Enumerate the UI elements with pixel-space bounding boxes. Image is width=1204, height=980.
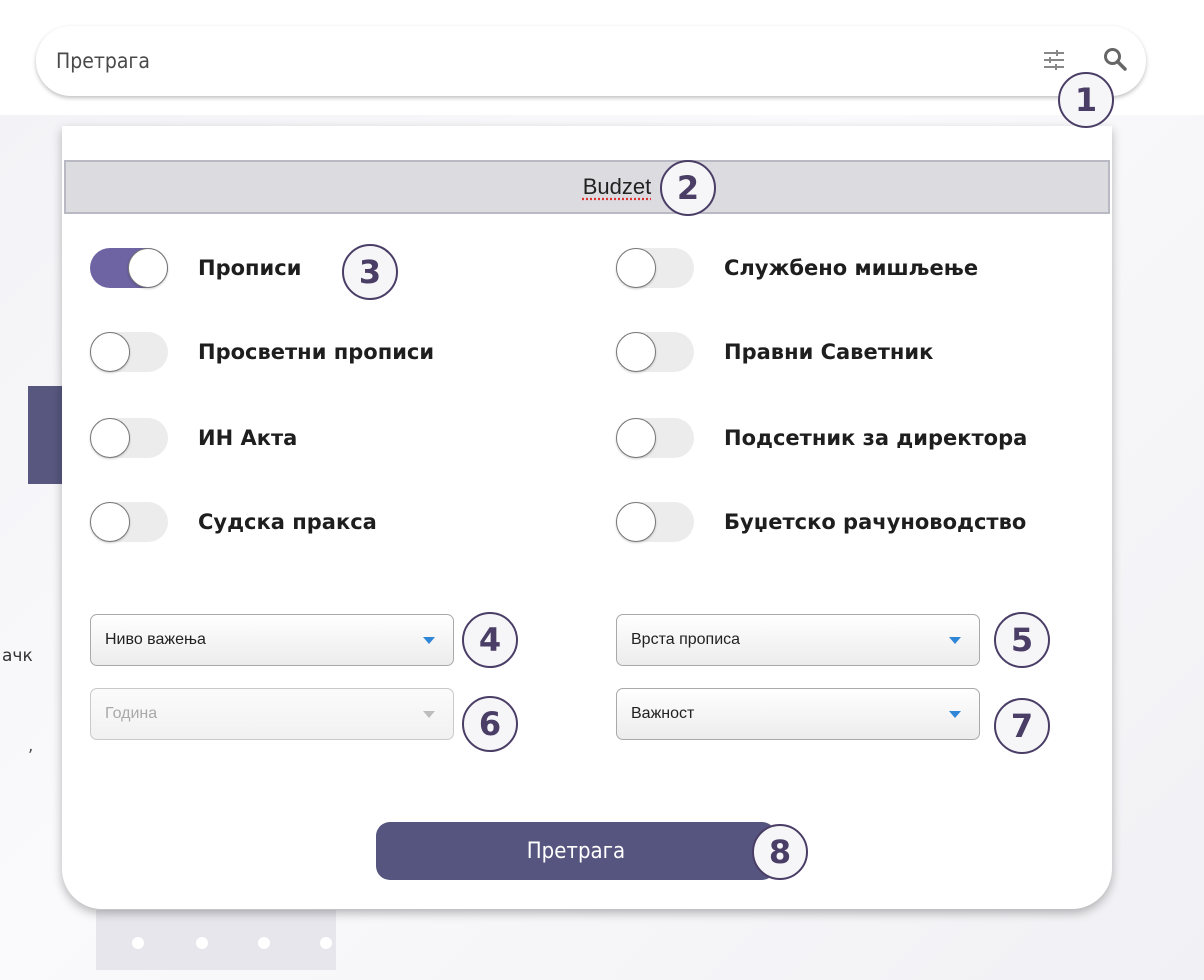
search-icon[interactable] — [1102, 46, 1128, 72]
regulation-type-select[interactable]: Врста прописа — [616, 614, 980, 666]
callout-marker: 4 — [462, 612, 518, 668]
toggle-switch[interactable] — [90, 418, 168, 458]
dropdown-arrow-icon — [423, 637, 435, 644]
filter-icon[interactable] — [1042, 48, 1066, 72]
toggle-knob — [616, 418, 656, 458]
background-text: , — [28, 736, 34, 756]
toggle-switch[interactable] — [90, 248, 168, 288]
select-value: Важност — [631, 705, 695, 722]
toggle-row-prosvetni-propisi[interactable]: Просветни прописи — [90, 332, 434, 372]
toggle-knob — [128, 248, 168, 288]
callout-marker: 1 — [1058, 72, 1114, 128]
search-submit-button[interactable]: Претрага — [376, 822, 776, 880]
toggle-label: Прописи — [198, 256, 302, 280]
category-header[interactable]: Budzet — [64, 160, 1110, 214]
toggle-label: Судска пракса — [198, 510, 377, 534]
filter-panel: Budzet Прописи Службено мишљење Просветн… — [62, 126, 1112, 909]
callout-marker: 2 — [660, 160, 716, 216]
year-select[interactable]: Година — [90, 688, 454, 740]
toggle-knob — [616, 502, 656, 542]
select-value: Година — [105, 705, 158, 722]
toggle-knob — [616, 248, 656, 288]
toggle-label: Правни Саветник — [724, 340, 934, 364]
toggle-switch[interactable] — [616, 248, 694, 288]
toggle-label: Подсетник за директора — [724, 426, 1028, 450]
select-value: Врста прописа — [631, 631, 741, 648]
search-input[interactable] — [54, 40, 958, 82]
callout-marker: 7 — [994, 698, 1050, 754]
dropdown-arrow-icon — [949, 711, 961, 718]
toggle-row-pravni-savetnik[interactable]: Правни Саветник — [616, 332, 933, 372]
select-value: Ниво важења — [105, 631, 206, 648]
carousel-dot — [196, 937, 208, 949]
toggle-switch[interactable] — [90, 502, 168, 542]
toggle-switch[interactable] — [616, 502, 694, 542]
toggle-row-in-akta[interactable]: ИН Акта — [90, 418, 297, 458]
toggle-label: Буџетско рачуноводство — [724, 510, 1027, 534]
validity-level-select[interactable]: Ниво важења — [90, 614, 454, 666]
toggle-row-budzetsko-racunovodstvo[interactable]: Буџетско рачуноводство — [616, 502, 1026, 542]
carousel-dot — [132, 937, 144, 949]
background-text: ачк — [2, 646, 33, 666]
toggle-knob — [90, 502, 130, 542]
callout-marker: 5 — [994, 612, 1050, 668]
carousel-dot — [258, 937, 270, 949]
toggle-label: ИН Акта — [198, 426, 298, 450]
callout-marker: 3 — [342, 244, 398, 300]
callout-marker: 6 — [462, 696, 518, 752]
toggle-label: Службено мишљење — [724, 256, 979, 280]
toggle-switch[interactable] — [616, 418, 694, 458]
toggle-row-podsetnik[interactable]: Подсетник за директора — [616, 418, 1027, 458]
toggle-switch[interactable] — [616, 332, 694, 372]
importance-select[interactable]: Важност — [616, 688, 980, 740]
toggle-knob — [90, 332, 130, 372]
toggle-knob — [90, 418, 130, 458]
search-bar — [36, 26, 1146, 96]
toggle-switch[interactable] — [90, 332, 168, 372]
toggle-row-propisi[interactable]: Прописи — [90, 248, 301, 288]
carousel-dot — [320, 937, 332, 949]
toggle-row-sudska-praksa[interactable]: Судска пракса — [90, 502, 377, 542]
toggle-row-sluzbeno-misljenje[interactable]: Службено мишљење — [616, 248, 978, 288]
dropdown-arrow-icon — [949, 637, 961, 644]
toggle-knob — [616, 332, 656, 372]
toggle-label: Просветни прописи — [198, 340, 435, 364]
callout-marker: 8 — [752, 824, 808, 880]
dropdown-arrow-icon — [423, 711, 435, 718]
category-title: Budzet — [582, 174, 652, 199]
